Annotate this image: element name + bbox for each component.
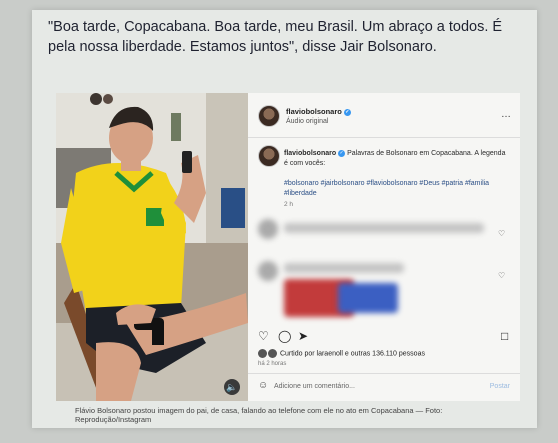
photo-illustration bbox=[56, 93, 248, 401]
liker-avatar bbox=[258, 349, 267, 358]
comment-blurred bbox=[284, 223, 484, 233]
article-quote: "Boa tarde, Copacabana. Boa tarde, meu B… bbox=[48, 19, 503, 55]
comment-heart-icon[interactable]: ♡ bbox=[498, 229, 505, 238]
caption-time: 2 h bbox=[284, 201, 294, 208]
emoji-icon[interactable]: ☺ bbox=[258, 380, 268, 391]
comment-blurred bbox=[284, 263, 404, 273]
comment-input[interactable]: Adicione um comentário... bbox=[274, 383, 355, 390]
post-header: flaviobolsonaro ✓ Áudio original … bbox=[258, 105, 516, 131]
comment-avatar bbox=[258, 219, 278, 239]
verified-icon: ✓ bbox=[343, 108, 351, 116]
heart-icon[interactable]: ♡ bbox=[258, 329, 269, 343]
comment-image-blurred bbox=[338, 283, 398, 313]
bookmark-icon[interactable]: □ bbox=[501, 329, 508, 343]
likes-count[interactable]: Curtido por laraenoll e outras 136.110 p… bbox=[258, 349, 425, 358]
post-comment-button[interactable]: Postar bbox=[490, 383, 510, 390]
instagram-post: 🔈 flaviobolsonaro ✓ Áudio original … flav… bbox=[56, 93, 520, 401]
photo-credit: Flávio Bolsonaro postou imagem do pai, d… bbox=[75, 406, 443, 424]
caption: flaviobolsonaro ✓ Palavras de Bolsonaro e… bbox=[284, 149, 509, 169]
liker-avatar bbox=[268, 349, 277, 358]
comment-heart-icon[interactable]: ♡ bbox=[498, 271, 505, 280]
divider bbox=[248, 137, 520, 138]
caption-avatar[interactable] bbox=[258, 145, 280, 167]
post-age: há 2 horas bbox=[258, 361, 287, 367]
avatar[interactable] bbox=[258, 105, 280, 127]
mute-icon[interactable]: 🔈 bbox=[224, 379, 240, 395]
likes-text[interactable]: Curtido por laraenoll e outras 136.110 p… bbox=[280, 350, 425, 357]
verified-icon: ✓ bbox=[338, 149, 346, 157]
post-photo[interactable]: 🔈 bbox=[56, 93, 248, 401]
audio-label[interactable]: Áudio original bbox=[286, 118, 328, 125]
comment-avatar bbox=[258, 261, 278, 281]
post-username[interactable]: flaviobolsonaro ✓ bbox=[286, 107, 351, 116]
post-panel: flaviobolsonaro ✓ Áudio original … flavio… bbox=[248, 93, 520, 401]
divider bbox=[248, 373, 520, 374]
action-bar: ♡ ◯ ➤ □ bbox=[258, 329, 514, 343]
hashtags[interactable]: #bolsonaro #jairbolsonaro #flaviobolsona… bbox=[284, 179, 509, 199]
caption-username[interactable]: flaviobolsonaro bbox=[284, 150, 336, 157]
comment-icon[interactable]: ◯ bbox=[278, 329, 291, 343]
more-icon[interactable]: … bbox=[501, 109, 512, 120]
share-icon[interactable]: ➤ bbox=[298, 329, 308, 343]
username-text[interactable]: flaviobolsonaro bbox=[286, 107, 342, 116]
